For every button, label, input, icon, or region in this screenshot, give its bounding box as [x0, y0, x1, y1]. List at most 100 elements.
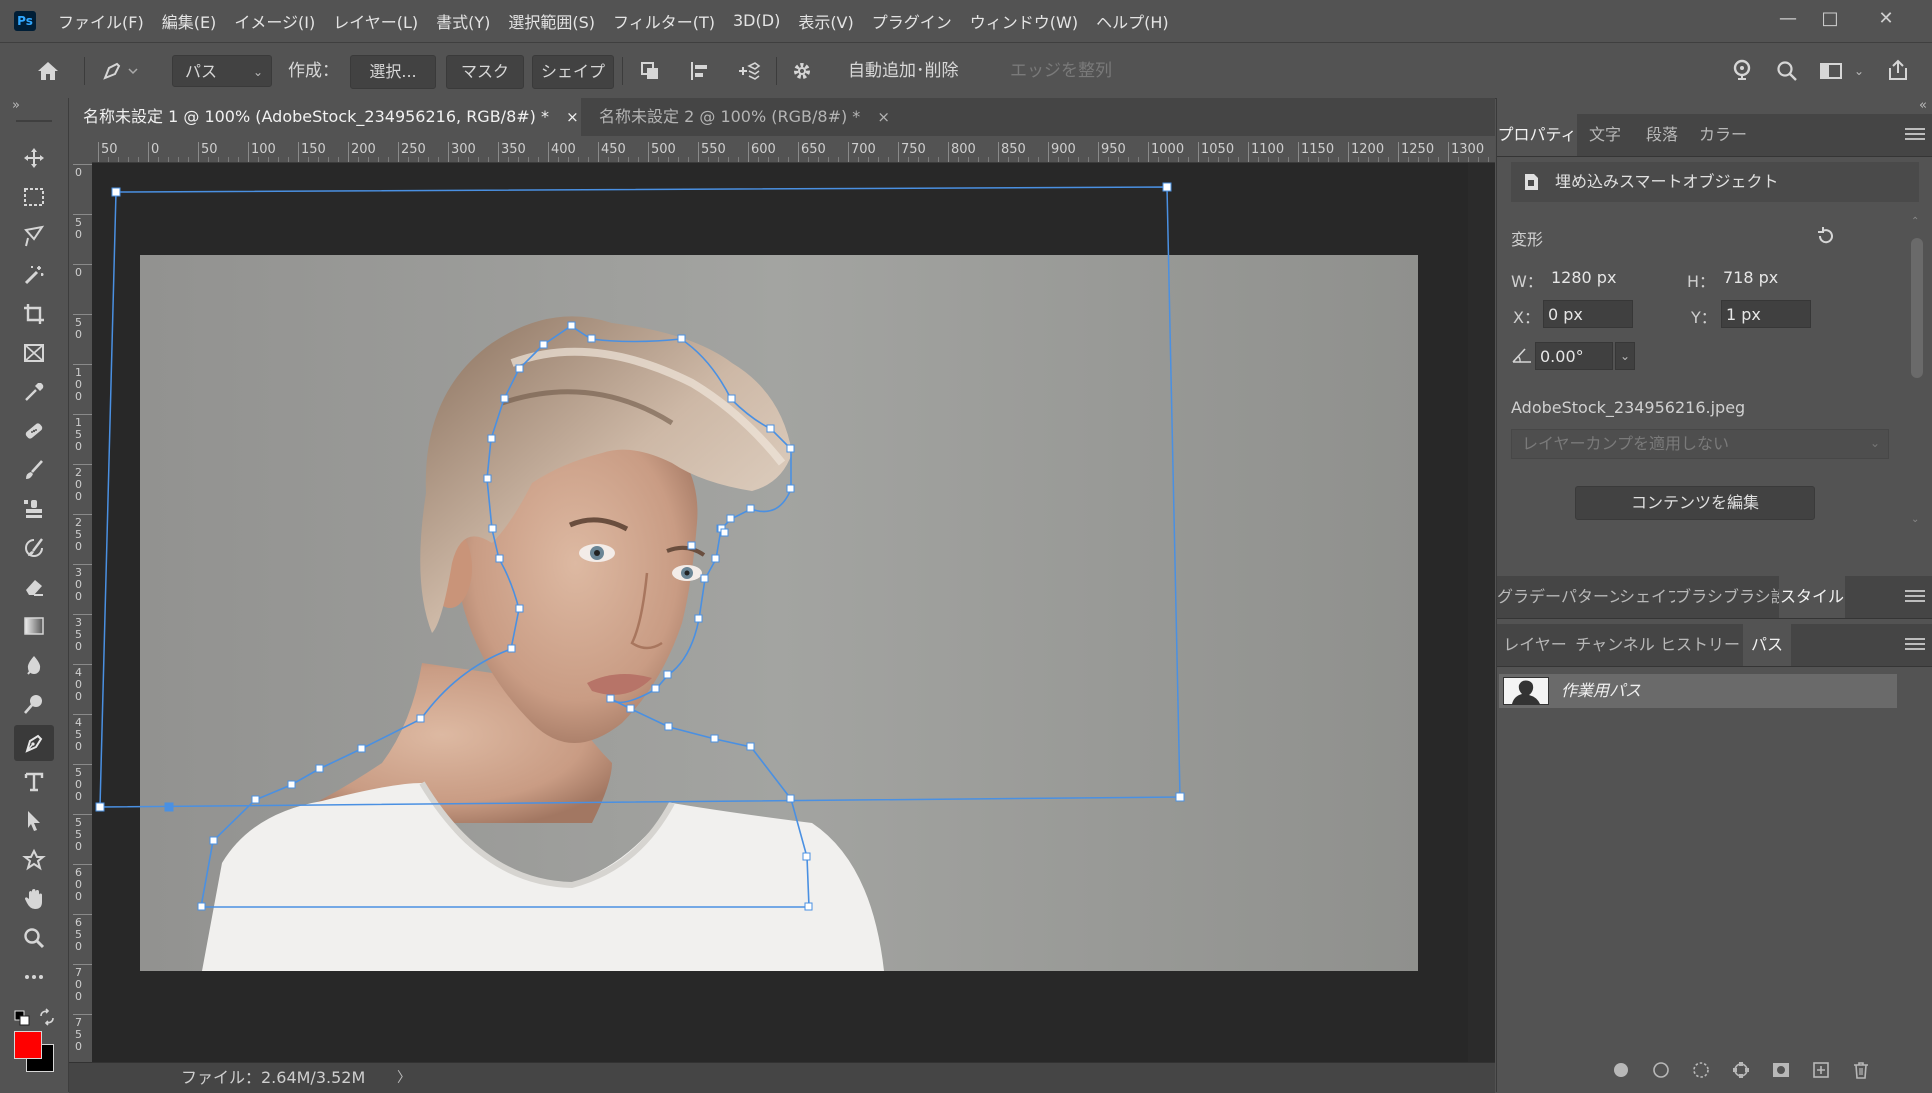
tab-history[interactable]: ヒストリー — [1657, 624, 1743, 666]
document-tab-1[interactable]: 名称未設定 1 @ 100% (AdobeStock_234956216, RG… — [69, 98, 581, 136]
path-anchor-point[interactable] — [663, 670, 672, 679]
menu-layer[interactable]: レイヤー(L) — [333, 9, 418, 33]
minimize-button[interactable]: — — [1768, 4, 1808, 34]
path-anchor-point[interactable] — [515, 604, 524, 613]
make-shape-button[interactable]: シェイプ — [532, 55, 614, 89]
path-anchor-point[interactable] — [802, 852, 811, 861]
path-anchor-point[interactable] — [606, 694, 615, 703]
clone-stamp-tool-icon[interactable] — [14, 491, 54, 527]
menu-3d[interactable]: 3D(D) — [733, 11, 780, 30]
home-icon[interactable] — [30, 55, 66, 87]
gear-icon[interactable] — [786, 55, 818, 87]
path-operations-icon[interactable] — [634, 55, 666, 87]
eraser-tool-icon[interactable] — [14, 569, 54, 605]
zoom-tool-icon[interactable] — [14, 920, 54, 956]
transform-handle[interactable] — [95, 802, 105, 812]
hand-tool-icon[interactable] — [14, 881, 54, 917]
magic-wand-tool-icon[interactable] — [14, 257, 54, 293]
tab-brushes[interactable]: ブラシ — [1675, 576, 1723, 618]
path-anchor-point[interactable] — [786, 444, 795, 453]
expand-toolbar-icon[interactable]: » — [12, 98, 20, 113]
angle-input[interactable]: 0.00° — [1535, 342, 1613, 370]
path-anchor-point[interactable] — [700, 574, 709, 583]
edit-contents-button[interactable]: コンテンツを編集 — [1575, 486, 1815, 520]
menu-file[interactable]: ファイル(F) — [58, 9, 144, 33]
document-tab-2[interactable]: 名称未設定 2 @ 100% (RGB/8#) * × — [585, 98, 979, 136]
tab-paths[interactable]: パス — [1743, 624, 1791, 666]
tab-gradients[interactable]: グラデー — [1497, 576, 1561, 618]
path-anchor-point[interactable] — [804, 902, 813, 911]
tab-shapes[interactable]: シェイプ — [1619, 576, 1675, 618]
menu-plugins[interactable]: プラグイン — [872, 9, 952, 33]
path-anchor-point[interactable] — [766, 424, 775, 433]
horizontal-ruler[interactable]: 50 0 50 100 150 200 250 300 350 400 450 500 550 600 65… — [92, 136, 1495, 163]
path-anchor-point[interactable] — [626, 704, 635, 713]
search-icon[interactable] — [1770, 55, 1804, 87]
brush-tool-icon[interactable] — [14, 452, 54, 488]
add-mask-icon[interactable] — [1771, 1060, 1791, 1080]
path-anchor-point[interactable] — [710, 734, 719, 743]
tab-properties[interactable]: プロパティ — [1497, 114, 1577, 156]
path-anchor-point[interactable] — [687, 541, 696, 550]
tab-character[interactable]: 文字 — [1577, 114, 1633, 156]
close-tab-icon[interactable]: × — [566, 108, 579, 126]
path-anchor-point[interactable] — [727, 394, 736, 403]
learn-search-icon[interactable] — [1726, 55, 1760, 87]
menu-help[interactable]: ヘルプ(H) — [1096, 9, 1169, 33]
angle-chevron-down-icon[interactable]: ⌄ — [1615, 342, 1635, 370]
scrollbar-thumb[interactable] — [1911, 238, 1923, 378]
pen-tool-icon[interactable] — [14, 725, 54, 761]
path-anchor-point[interactable] — [726, 514, 735, 523]
path-anchor-point[interactable] — [746, 504, 755, 513]
transform-handle[interactable] — [164, 802, 174, 812]
tab-patterns[interactable]: パターン — [1561, 576, 1619, 618]
move-tool-icon[interactable] — [14, 140, 54, 176]
menu-window[interactable]: ウィンドウ(W) — [970, 9, 1078, 33]
marquee-tool-icon[interactable] — [14, 179, 54, 215]
make-selection-button[interactable]: 選択... — [350, 55, 436, 89]
tab-styles[interactable]: スタイル — [1779, 576, 1845, 618]
tab-brush-settings[interactable]: ブラシ設 — [1723, 576, 1779, 618]
path-anchor-point[interactable] — [287, 780, 296, 789]
path-anchor-point[interactable] — [711, 554, 720, 563]
workspace-icon[interactable] — [1814, 55, 1848, 87]
panel-menu-icon[interactable] — [1905, 128, 1925, 142]
more-tools-icon[interactable] — [14, 959, 54, 995]
path-anchor-point[interactable] — [507, 644, 516, 653]
eyedropper-tool-icon[interactable] — [14, 374, 54, 410]
close-button[interactable]: ✕ — [1866, 4, 1906, 34]
path-arrangement-icon[interactable] — [730, 55, 766, 87]
path-anchor-point[interactable] — [209, 836, 218, 845]
type-tool-icon[interactable] — [14, 764, 54, 800]
foreground-color-swatch[interactable] — [14, 1031, 42, 1059]
path-anchor-point[interactable] — [487, 434, 496, 443]
path-anchor-point[interactable] — [251, 795, 260, 804]
delete-path-icon[interactable] — [1851, 1060, 1871, 1080]
canvas-scrollbar[interactable] — [1468, 163, 1495, 1062]
path-anchor-point[interactable] — [357, 744, 366, 753]
path-anchor-point[interactable] — [786, 484, 795, 493]
crop-tool-icon[interactable] — [14, 296, 54, 332]
maximize-button[interactable]: □ — [1810, 4, 1850, 34]
file-size-info[interactable]: ファイル：2.64M/3.52M — [181, 1063, 365, 1093]
blur-tool-icon[interactable] — [14, 647, 54, 683]
path-anchor-point[interactable] — [539, 340, 548, 349]
stroke-path-icon[interactable] — [1651, 1060, 1671, 1080]
gradient-tool-icon[interactable] — [14, 608, 54, 644]
width-value[interactable]: 1280 px — [1551, 268, 1616, 287]
path-anchor-point[interactable] — [677, 334, 686, 343]
path-anchor-point[interactable] — [315, 764, 324, 773]
menu-type[interactable]: 書式(Y) — [436, 9, 490, 33]
swap-colors-icon[interactable] — [38, 1008, 56, 1026]
path-alignment-icon[interactable] — [682, 55, 716, 87]
make-work-path-icon[interactable] — [1731, 1060, 1751, 1080]
menu-filter[interactable]: フィルター(T) — [613, 9, 715, 33]
panel-menu-icon[interactable] — [1905, 590, 1925, 604]
properties-scrollbar[interactable]: ⌃ ⌄ — [1907, 216, 1925, 536]
path-selection-tool-icon[interactable] — [14, 803, 54, 839]
scroll-down-icon[interactable]: ⌄ — [1911, 514, 1919, 525]
close-tab-icon[interactable]: × — [877, 108, 890, 126]
pen-mode-select[interactable]: パス ⌄ — [172, 55, 272, 87]
transform-handle[interactable] — [111, 187, 121, 197]
load-as-selection-icon[interactable] — [1691, 1060, 1711, 1080]
